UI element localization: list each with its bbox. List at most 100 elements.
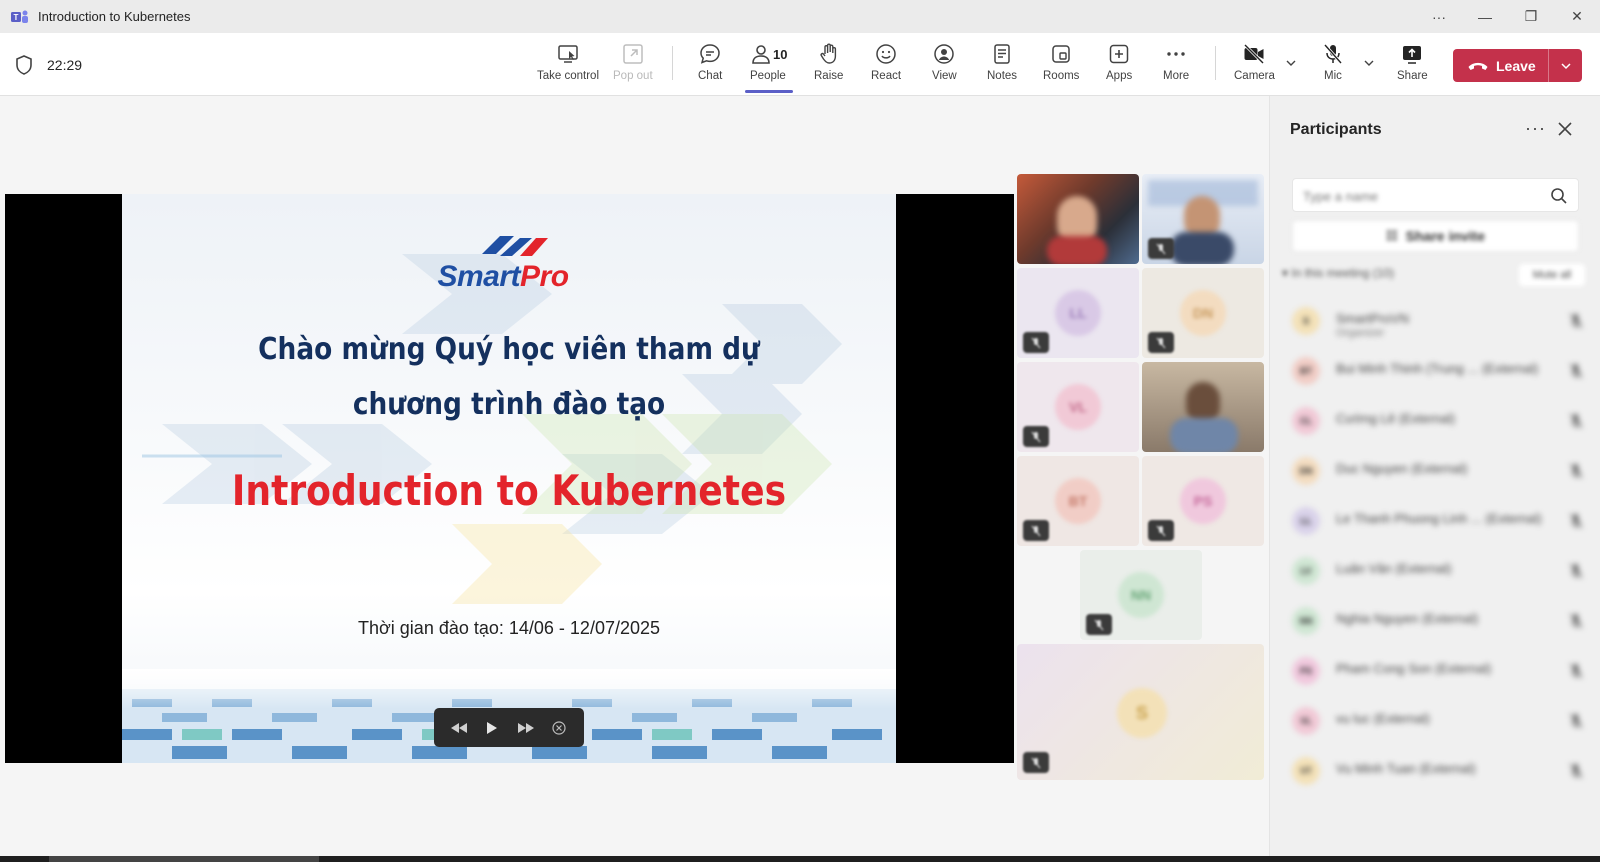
participant-row[interactable]: S SmartProVN Organizer [1292,299,1589,343]
raise-label: Raise [814,70,844,82]
participant-initials: DN [1299,466,1313,476]
presentation-slide: SmartPro Chào mừng Quý học viên tham dự … [122,194,896,763]
video-tile-participant[interactable]: BT [1017,456,1139,546]
camera-options-chevron-icon[interactable] [1285,57,1297,69]
video-tile-participant[interactable]: DN [1142,268,1264,358]
take-control-label: Take control [537,70,600,82]
more-button[interactable]: More [1163,42,1189,90]
participant-row[interactable]: CL Cường Lê (External) [1292,399,1589,443]
mic-muted-icon [1569,563,1583,579]
rooms-label: Rooms [1043,70,1080,82]
logo-text: SmartPro [428,260,578,294]
play-button[interactable] [479,715,505,741]
mic-muted-icon [1023,332,1049,353]
video-tile-participant-large[interactable]: S [1017,644,1264,780]
avatar-initials-text: NN [1130,587,1152,603]
close-window-button[interactable]: ✕ [1554,8,1600,25]
participant-row[interactable]: PS Pham Cong Son (External) [1292,649,1589,693]
toolbar-divider [1215,46,1216,80]
video-tile-participant[interactable]: LL [1017,268,1139,358]
shield-icon [16,55,32,75]
participant-row[interactable]: LL Le Thanh Phuong Linh ... (External) [1292,499,1589,543]
participant-row[interactable]: VT Vu Minh Tuan (External) [1292,749,1589,793]
participant-row[interactable]: LV Luân Văn (External) [1292,549,1589,593]
react-button[interactable]: React [871,42,901,90]
raise-hand-button[interactable]: Raise [814,42,843,90]
avatar-initials-text: LL [1069,305,1087,321]
people-icon [752,45,770,64]
restore-button[interactable]: ❐ [1508,8,1554,25]
notes-button[interactable]: Notes [987,42,1017,90]
participant-video [1170,418,1238,452]
avatar-initials: DN [1180,290,1226,336]
camera-button[interactable]: Camera [1234,42,1275,90]
mic-options-chevron-icon[interactable] [1363,57,1375,69]
react-label: React [871,70,902,82]
participant-video [1170,232,1234,264]
share-invite-button[interactable]: ☷ Share invite [1292,220,1579,252]
logo-smart-text: Smart [437,260,521,293]
mic-muted-icon [1023,752,1049,773]
participant-name: Le Thanh Phuong Linh ... (External) [1336,511,1542,526]
logo-mark-icon [482,236,548,256]
video-tile-participant[interactable] [1142,362,1264,452]
rewind-button[interactable] [446,715,472,741]
pop-out-button[interactable]: Pop out [613,42,653,90]
fast-forward-icon [517,722,534,733]
svg-text:T: T [14,13,19,22]
minimize-button[interactable]: — [1462,9,1508,25]
participant-name: Luân Văn (External) [1336,561,1452,576]
search-input[interactable] [1303,186,1533,206]
camera-off-icon [1244,43,1265,65]
mic-muted-icon [1569,763,1583,779]
video-tile-participant[interactable]: VL [1017,362,1139,452]
mute-all-button[interactable]: Mute all [1519,264,1585,286]
share-invite-label: Share invite [1405,228,1486,244]
participant-initials: VL [1300,716,1312,726]
stop-presenting-button[interactable] [546,715,572,741]
video-tile-participant[interactable]: PS [1142,456,1264,546]
mic-muted-icon [1086,614,1112,635]
take-control-button[interactable]: Take control [537,42,599,90]
video-tile-participant[interactable] [1142,174,1264,264]
mic-muted-icon [1569,413,1583,429]
in-meeting-section-header[interactable]: ▾ In this meeting (10) Mute all [1282,264,1589,286]
participant-role: Organizer [1336,327,1385,339]
raise-hand-icon [820,43,836,64]
more-dots-icon [1167,52,1185,56]
mic-off-icon [1323,44,1343,64]
apps-button[interactable]: Apps [1106,42,1132,90]
participant-initials: PS [1299,666,1312,676]
in-meeting-label: In this meeting (10) [1291,266,1395,280]
leave-button[interactable]: Leave [1453,49,1582,82]
video-tile-participant[interactable] [1017,174,1139,264]
pop-out-icon [623,44,643,64]
participant-row[interactable]: NN Nghia Nguyen (External) [1292,599,1589,643]
participant-name: Bui Minh Thinh (Trung ... (External) [1336,361,1539,376]
participant-row[interactable]: DN Duc Nguyen (External) [1292,449,1589,493]
leave-main-button[interactable]: Leave [1453,49,1548,82]
participant-initials: VT [1300,766,1312,776]
video-tile-participant[interactable]: NN [1080,550,1202,640]
mic-muted-icon [1569,513,1583,529]
fast-forward-button[interactable] [513,715,539,741]
mic-button[interactable]: Mic [1321,42,1345,90]
camera-label: Camera [1234,70,1275,82]
close-icon[interactable] [1556,120,1574,138]
participant-search[interactable] [1292,178,1579,212]
slide-course-title: Introduction to Kubernetes [231,466,787,515]
rooms-button[interactable]: Rooms [1043,42,1079,90]
participant-avatar: VL [1292,707,1320,735]
participant-row[interactable]: VL vu luc (External) [1292,699,1589,743]
panel-more-button[interactable]: ··· [1525,118,1546,139]
participant-initials: LL [1300,516,1312,526]
mic-muted-icon [1569,363,1583,379]
avatar-initials: BT [1055,478,1101,524]
chat-button[interactable]: Chat [698,42,722,90]
more-options-button[interactable]: ··· [1416,9,1462,25]
leave-options-button[interactable] [1549,60,1582,72]
participant-row[interactable]: BT Bui Minh Thinh (Trung ... (External) [1292,349,1589,393]
view-button[interactable]: View [932,42,957,90]
share-button[interactable]: Share [1397,42,1428,90]
people-button[interactable]: 10 People [750,42,787,90]
